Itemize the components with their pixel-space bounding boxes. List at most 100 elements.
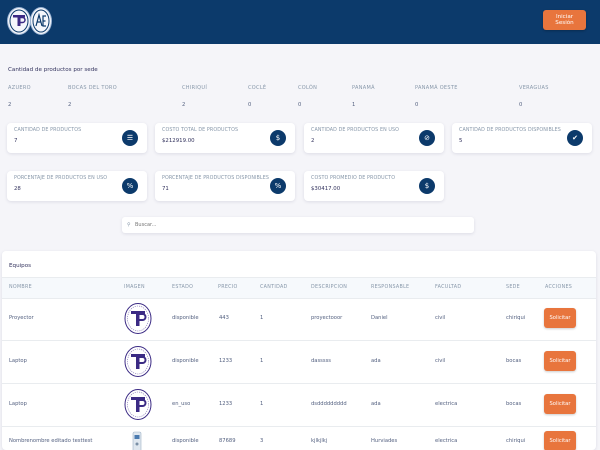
check-icon: ✔	[567, 130, 583, 146]
sede-header-colon: COLÓN	[298, 85, 318, 91]
cell-nombre: Nombrenombre editado testtest	[9, 438, 93, 444]
cell-nombre: Laptop	[9, 358, 27, 364]
cell-cantidad: 1	[260, 358, 264, 364]
cell-nombre: Proyector	[9, 315, 34, 321]
sede-value-veraguas: 0	[519, 102, 523, 108]
product-image	[130, 430, 144, 450]
cell-cantidad: 1	[260, 315, 264, 321]
stat-value: $212919.00	[162, 138, 195, 144]
cell-nombre: Laptop	[9, 401, 27, 407]
cell-facultad: civil	[435, 358, 446, 364]
cell-facultad: electrica	[435, 401, 458, 407]
header-estado: ESTADO	[172, 285, 194, 290]
stat-label: CANTIDAD DE PRODUCTOS	[14, 128, 82, 133]
stat-value: 71	[162, 186, 169, 192]
equipos-card: Equipos NOMBRE IMAGEN ESTADO PRECIO CANT…	[2, 251, 596, 450]
top-navbar: Iniciar Sesión	[0, 0, 600, 44]
stat-card-total-cost: COSTO TOTAL DE PRODUCTOS $212919.00 $	[155, 123, 295, 153]
header-imagen: IMAGEN	[124, 285, 145, 290]
stat-card-available: CANTIDAD DE PRODUCTOS DISPONIBLES 5 ✔	[452, 123, 592, 153]
cell-precio: 87689	[219, 438, 236, 444]
dollar-icon: $	[270, 130, 286, 146]
sede-header-azuero: AZUERO	[8, 85, 31, 91]
table-icon: ☰	[122, 130, 138, 146]
stat-card-total-products: CANTIDAD DE PRODUCTOS 7 ☰	[7, 123, 147, 153]
header-acciones: ACCIONES	[545, 285, 573, 290]
stat-value: 28	[14, 186, 21, 192]
percent-icon: %	[122, 178, 138, 194]
header-nombre: NOMBRE	[9, 285, 32, 290]
cell-estado: disponible	[172, 438, 199, 444]
sede-value-cocle: 0	[248, 102, 252, 108]
cell-sede: bocas	[506, 401, 522, 407]
cell-estado: disponible	[172, 358, 199, 364]
stat-label: PORCENTAJE DE PRODUCTOS EN USO	[14, 176, 108, 181]
search-icon: ⚲	[127, 222, 131, 228]
table-row: Laptop en_uso 1233 1 dsddddddddd ada ele…	[2, 383, 596, 427]
solicitar-button[interactable]: Solicitar	[544, 431, 576, 450]
sede-value-colon: 0	[298, 102, 302, 108]
cell-sede: bocas	[506, 358, 522, 364]
header-cantidad: CANTIDAD	[260, 285, 288, 290]
cell-precio: 1233	[219, 358, 233, 364]
header-facultad: FACULTAD	[435, 285, 462, 290]
percent-icon: %	[270, 178, 286, 194]
sede-value-chiriqui: 2	[182, 102, 186, 108]
stat-value: 5	[459, 138, 463, 144]
table-row: Laptop disponible 1233 1 dasssss ada civ…	[2, 340, 596, 384]
search-box: ⚲	[122, 217, 474, 233]
sede-header-veraguas: VERAGUAS	[519, 85, 549, 91]
dollar-icon: $	[419, 178, 435, 194]
sede-header-cocle: COCLÉ	[248, 85, 267, 91]
cell-cantidad: 3	[260, 438, 264, 444]
table-header: NOMBRE IMAGEN ESTADO PRECIO CANTIDAD DES…	[2, 277, 596, 299]
sede-value-azuero: 2	[8, 102, 12, 108]
sede-value-panama: 1	[352, 102, 356, 108]
sede-header-panama: PANAMÁ	[352, 85, 375, 91]
header-sede: SEDE	[506, 285, 521, 290]
sede-value-panama-oeste: 0	[415, 102, 419, 108]
stat-card-average-cost: COSTO PROMEDIO DE PRODUCTO $30417.00 $	[304, 171, 444, 201]
cell-precio: 443	[219, 315, 229, 321]
cell-descripcion: proyectooor	[311, 315, 343, 321]
cell-responsable: ada	[371, 401, 381, 407]
solicitar-button[interactable]: Solicitar	[544, 351, 576, 371]
stat-value: $30417.00	[311, 186, 341, 192]
cell-facultad: civil	[435, 315, 446, 321]
cell-responsable: Daniel	[371, 315, 388, 321]
cell-responsable: Hurviades	[371, 438, 398, 444]
cell-descripcion: kjlkjlkj	[311, 438, 328, 444]
sede-header-panama-oeste: PANAMÁ OESTE	[415, 85, 458, 91]
utp-logo[interactable]	[7, 7, 31, 35]
faculty-logo[interactable]	[30, 7, 52, 35]
solicitar-button[interactable]: Solicitar	[544, 394, 576, 414]
product-image	[123, 387, 153, 422]
stat-label: COSTO PROMEDIO DE PRODUCTO	[311, 176, 396, 181]
stat-card-percent-available: PORCENTAJE DE PRODUCTOS DISPONIBLES 71 %	[155, 171, 295, 201]
cell-descripcion: dasssss	[311, 358, 331, 364]
product-image	[123, 344, 153, 379]
cell-cantidad: 1	[260, 401, 264, 407]
sede-value-bocas: 2	[68, 102, 72, 108]
cell-sede: chiriqui	[506, 315, 526, 321]
cell-estado: en_uso	[172, 401, 191, 407]
login-button[interactable]: Iniciar Sesión	[543, 10, 586, 30]
cell-responsable: ada	[371, 358, 381, 364]
solicitar-button[interactable]: Solicitar	[544, 308, 576, 328]
search-input[interactable]	[135, 220, 455, 230]
header-responsable: RESPONSABLE	[371, 285, 410, 290]
cell-precio: 1233	[219, 401, 233, 407]
stat-card-percent-in-use: PORCENTAJE DE PRODUCTOS EN USO 28 %	[7, 171, 147, 201]
sede-header-chiriqui: CHIRIQUÍ	[182, 85, 208, 91]
equipos-title: Equipos	[9, 263, 32, 269]
header-descripcion: DESCRIPCION	[311, 285, 348, 290]
stat-label: COSTO TOTAL DE PRODUCTOS	[162, 128, 239, 133]
table-row: Proyector disponible 443 1 proyectooor D…	[2, 297, 596, 341]
product-image	[123, 301, 153, 336]
sede-header-bocas: BOCAS DEL TORO	[68, 85, 117, 91]
header-precio: PRECIO	[218, 285, 238, 290]
stat-value: 2	[311, 138, 315, 144]
stat-label: CANTIDAD DE PRODUCTOS DISPONIBLES	[459, 128, 561, 133]
in-use-icon: ⊘	[419, 130, 435, 146]
cell-estado: disponible	[172, 315, 199, 321]
